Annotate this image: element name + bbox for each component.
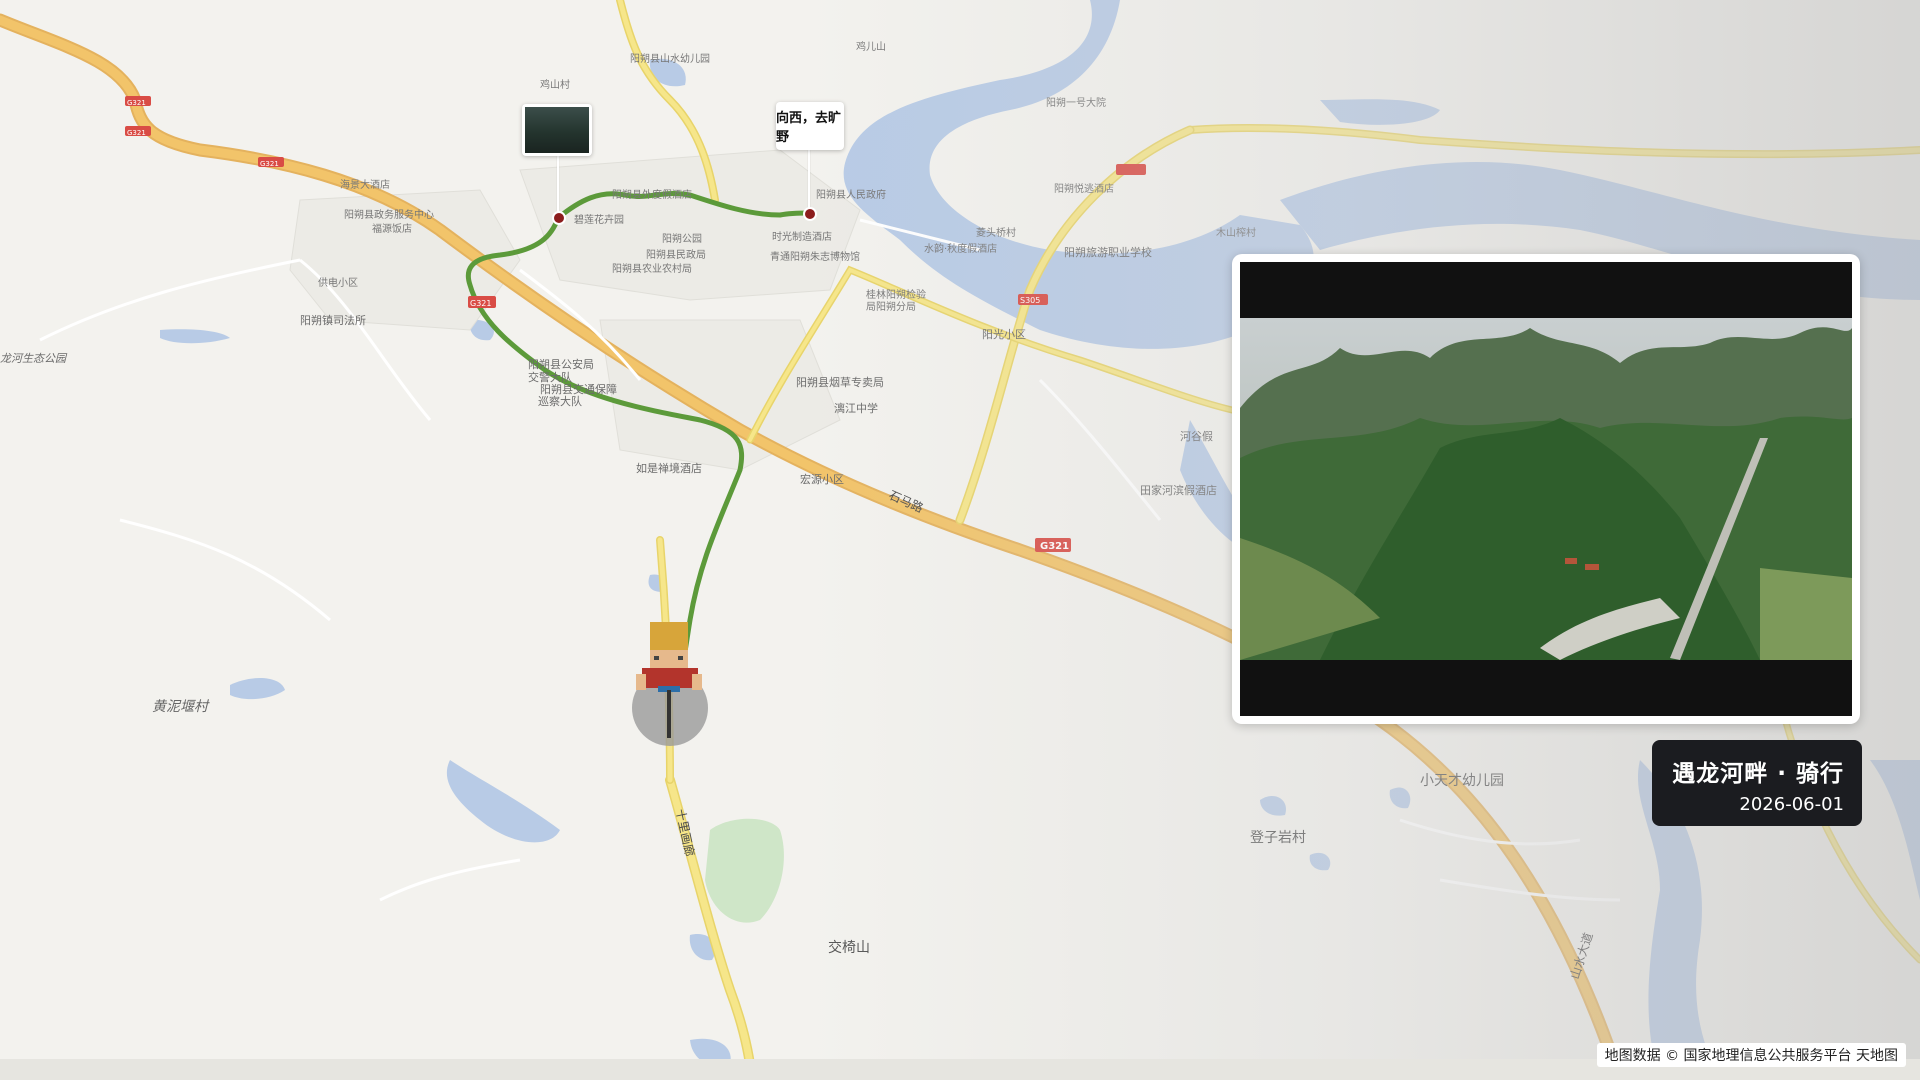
place-hotel9: 水韵·秋度假酒店: [924, 242, 997, 255]
road-label-g321b: G321: [470, 299, 491, 308]
photo-marker-pin[interactable]: [552, 211, 566, 225]
place-village5: 鸡山村: [540, 78, 570, 91]
place-police4: 巡察大队: [538, 394, 582, 408]
thumb-marker-stem: [557, 156, 559, 214]
road-label-g321d: G321: [127, 129, 146, 137]
place-bank2: 局阳朔分局: [866, 300, 916, 313]
road-name-shili: 十里画廊: [673, 808, 698, 858]
place-village1: 黄泥堰村: [152, 699, 210, 715]
place-service: 阳朔县政务服务中心: [344, 208, 434, 221]
lake-sw: [446, 760, 560, 843]
place-hotel7: 阳朔一号大院: [1046, 96, 1106, 109]
place-school1: 漓江中学: [834, 401, 878, 415]
video-player[interactable]: [1232, 254, 1860, 724]
caption-title: 遇龙河畔 · 骑行: [1672, 761, 1844, 787]
place-hotel5: 海景大酒店: [340, 178, 390, 191]
place-village3: 菱头桥村: [976, 226, 1016, 239]
place-hotel8: 阳朔悦逃酒店: [1054, 182, 1114, 195]
place-police: 阳朔县公安局: [528, 357, 594, 371]
map-view[interactable]: G321 G321 S305 G321 G321 G321 石马路 十里画廊 山…: [0, 0, 1920, 1080]
place-park: 龙河生态公园: [0, 352, 68, 365]
place-village6: 鸡儿山: [856, 40, 886, 53]
place-tobacco: 阳朔县烟草专卖局: [796, 375, 884, 389]
place-gov2: 阳朔县民政局: [646, 248, 706, 261]
label-marker-card[interactable]: 向西，去旷野: [776, 102, 844, 150]
road-label-s305: S305: [1020, 296, 1040, 305]
label-marker-pin[interactable]: [803, 207, 817, 221]
place-hotel3: 河谷假: [1180, 429, 1213, 443]
place-police2: 交警大队: [528, 370, 572, 384]
place-museum: 青通阳朔朱志博物馆: [770, 250, 860, 263]
lake-ne: [1320, 99, 1440, 125]
road-label-g321e: G321: [260, 160, 279, 168]
place-court: 阳朔镇司法所: [300, 313, 366, 327]
place-gov3: 阳朔县农业农村局: [612, 262, 692, 275]
map-attribution[interactable]: 地图数据 © 国家地理信息公共服务平台 天地图: [1596, 1043, 1906, 1067]
place-village2: 登子岩村: [1250, 830, 1306, 846]
place-kindergarten: 小天才幼儿园: [1420, 773, 1504, 789]
aerial-landscape-video-frame: [1240, 318, 1852, 660]
pond-w: [230, 678, 285, 700]
place-resid2: 阳光小区: [982, 327, 1026, 341]
park-green-area: [705, 818, 784, 923]
place-vschool: 阳朔旅游职业学校: [1064, 245, 1152, 259]
cyclist-avatar-icon[interactable]: [628, 620, 712, 750]
place-park2: 阳朔公园: [662, 232, 702, 245]
place-park3: 碧莲花卉园: [574, 213, 624, 226]
place-bank: 桂林阳朔检验: [866, 288, 926, 301]
photo-marker-thumbnail: [525, 107, 589, 153]
place-village4: 木山榨村: [1216, 226, 1256, 239]
place-hotel4: 时光制造酒店: [772, 230, 832, 243]
place-police3: 阳朔县交通保障: [540, 382, 617, 396]
road-label-g321c: G321: [127, 99, 146, 107]
caption-date: 2026-06-01: [1739, 794, 1844, 815]
place-gov: 阳朔县人民政府: [816, 188, 886, 201]
video-viewport[interactable]: [1240, 262, 1852, 716]
video-caption: 遇龙河畔 · 骑行 2026-06-01: [1652, 740, 1862, 826]
place-kinder2: 阳朔县山水幼儿园: [630, 52, 710, 65]
road-label-g321: G321: [1040, 541, 1069, 552]
label-marker-stem: [808, 150, 810, 210]
place-resid3: 供电小区: [318, 276, 358, 289]
place-hotel10: 阳朔县外度假酒店: [612, 188, 692, 201]
pond-e: [1260, 795, 1286, 816]
river-far-se: [1870, 760, 1920, 900]
place-resid1: 宏源小区: [800, 472, 844, 486]
photo-marker-card[interactable]: [522, 104, 592, 156]
pond-e2: [1389, 787, 1411, 809]
place-hotel6: 福源饭店: [372, 222, 412, 235]
pond-e3: [1309, 852, 1331, 871]
pond-w2: [160, 329, 230, 344]
place-hotel1: 如是禅境酒店: [636, 461, 702, 475]
place-hotel2: 田家河滨假酒店: [1140, 483, 1217, 497]
place-mountain: 交椅山: [828, 939, 870, 956]
